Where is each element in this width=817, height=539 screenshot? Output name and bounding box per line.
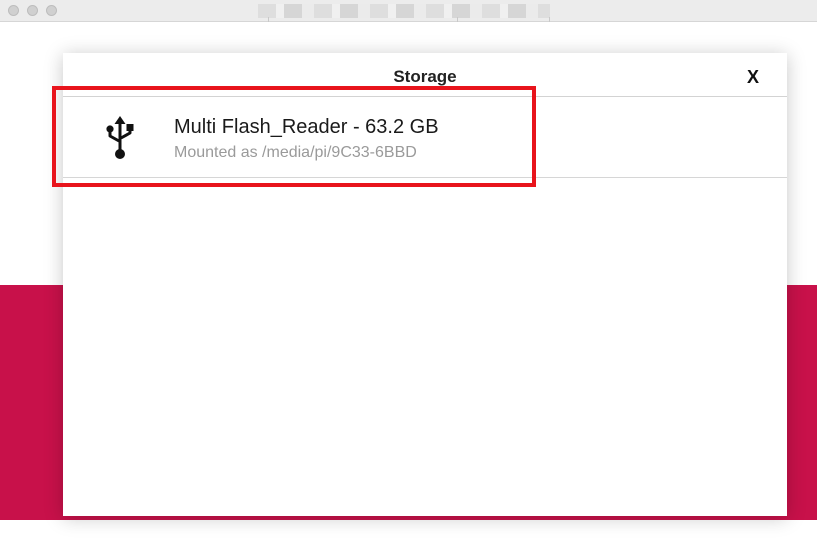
blurred-window-title <box>258 4 550 18</box>
device-name: Multi Flash_Reader - 63.2 GB <box>174 116 439 138</box>
storage-device-item[interactable]: Multi Flash_Reader - 63.2 GB Mounted as … <box>63 98 787 178</box>
dialog-header: Storage X <box>63 53 787 97</box>
usb-icon <box>101 116 139 160</box>
window-minimize-dot[interactable] <box>27 5 38 16</box>
dialog-title: Storage <box>393 67 457 86</box>
window-zoom-dot[interactable] <box>46 5 57 16</box>
storage-dialog: Storage X Multi Flash_Reader - 63.2 GB M… <box>63 53 787 516</box>
device-mount-path: Mounted as /media/pi/9C33-6BBD <box>174 144 417 161</box>
close-button[interactable]: X <box>741 65 765 89</box>
app-background-bottom <box>0 520 817 539</box>
window-close-dot[interactable] <box>8 5 19 16</box>
window-titlebar <box>0 0 817 22</box>
app-window: Storage X Multi Flash_Reader - 63.2 GB M… <box>0 0 817 539</box>
